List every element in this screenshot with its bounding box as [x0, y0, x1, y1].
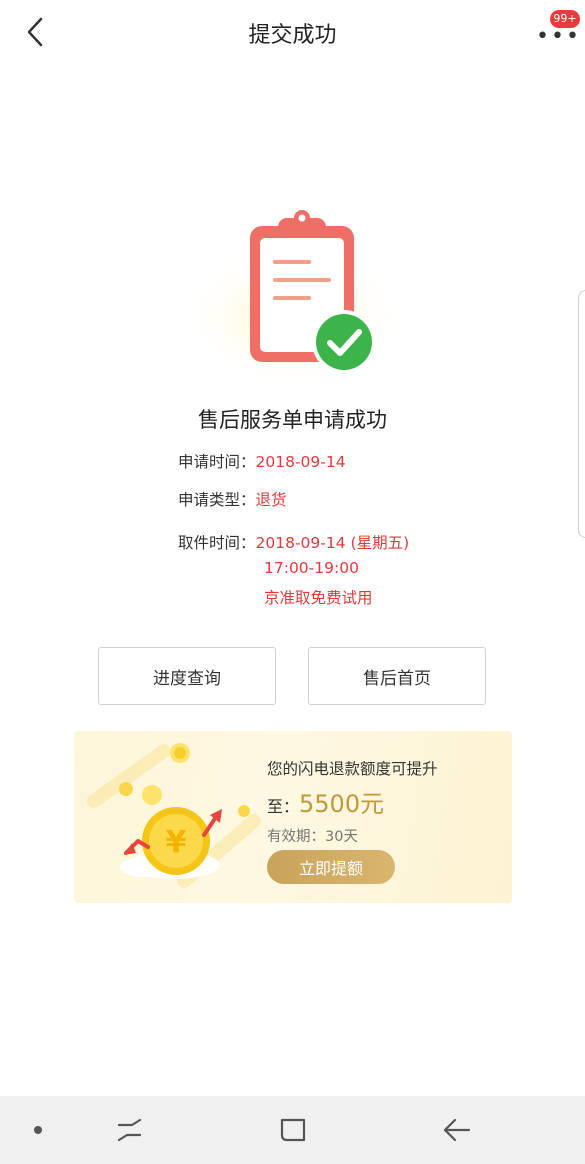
promo-amount: 5500元 [299, 790, 385, 818]
system-nav-bar [0, 1096, 585, 1164]
raise-limit-button[interactable]: 立即提额 [267, 850, 395, 884]
progress-query-button[interactable]: 进度查询 [98, 647, 276, 705]
pickup-date-value: 2018-09-14 (星期五) [255, 534, 410, 552]
promo-prefix: 至： [267, 797, 300, 816]
promo-validity: 有效期：30天 [267, 829, 358, 845]
promo-headline: 您的闪电退款额度可提升 [267, 760, 438, 778]
apply-time-label: 申请时间： [178, 453, 256, 471]
pickup-note: 京准取免费试用 [264, 589, 373, 607]
home-button[interactable] [273, 1110, 313, 1150]
promo-amount-line: 至：5500元 [267, 784, 384, 819]
home-dot-icon [34, 1126, 42, 1134]
success-title: 售后服务单申请成功 [198, 408, 387, 432]
svg-text:¥: ¥ [166, 825, 187, 860]
page-title: 提交成功 [248, 23, 337, 48]
apply-type-row: 申请类型：退货 [178, 488, 287, 510]
message-badge: 99+ [550, 10, 580, 28]
more-button[interactable]: ••• 99+ [530, 10, 580, 49]
pickup-range-value: 17:00-19:00 [264, 559, 359, 577]
apply-time-value: 2018-09-14 [255, 453, 346, 471]
after-sales-home-button[interactable]: 售后首页 [308, 647, 486, 705]
nav-dot-button[interactable] [18, 1110, 58, 1150]
nav-back-button[interactable] [437, 1110, 477, 1150]
apply-time-row: 申请时间：2018-09-14 [178, 450, 346, 472]
apply-type-label: 申请类型： [178, 491, 256, 509]
nav-back-icon [443, 1118, 471, 1142]
refund-limit-promo-card[interactable]: ¥ 您的闪电退款额度可提升 至：5500元 有效期：30天 立即提额 [74, 731, 512, 903]
checkmark-icon [312, 310, 376, 374]
coin-icon: ¥ [87, 743, 261, 888]
header: 提交成功 ••• 99+ [0, 0, 585, 66]
apply-type-value: 退货 [255, 491, 287, 509]
recent-apps-button[interactable] [110, 1110, 150, 1150]
home-square-icon [280, 1118, 306, 1142]
pickup-time-row: 取件时间：2018-09-14 (星期五) [178, 531, 409, 553]
pickup-time-label: 取件时间： [178, 534, 256, 552]
success-illustration [178, 200, 410, 386]
recent-apps-icon [117, 1118, 142, 1142]
